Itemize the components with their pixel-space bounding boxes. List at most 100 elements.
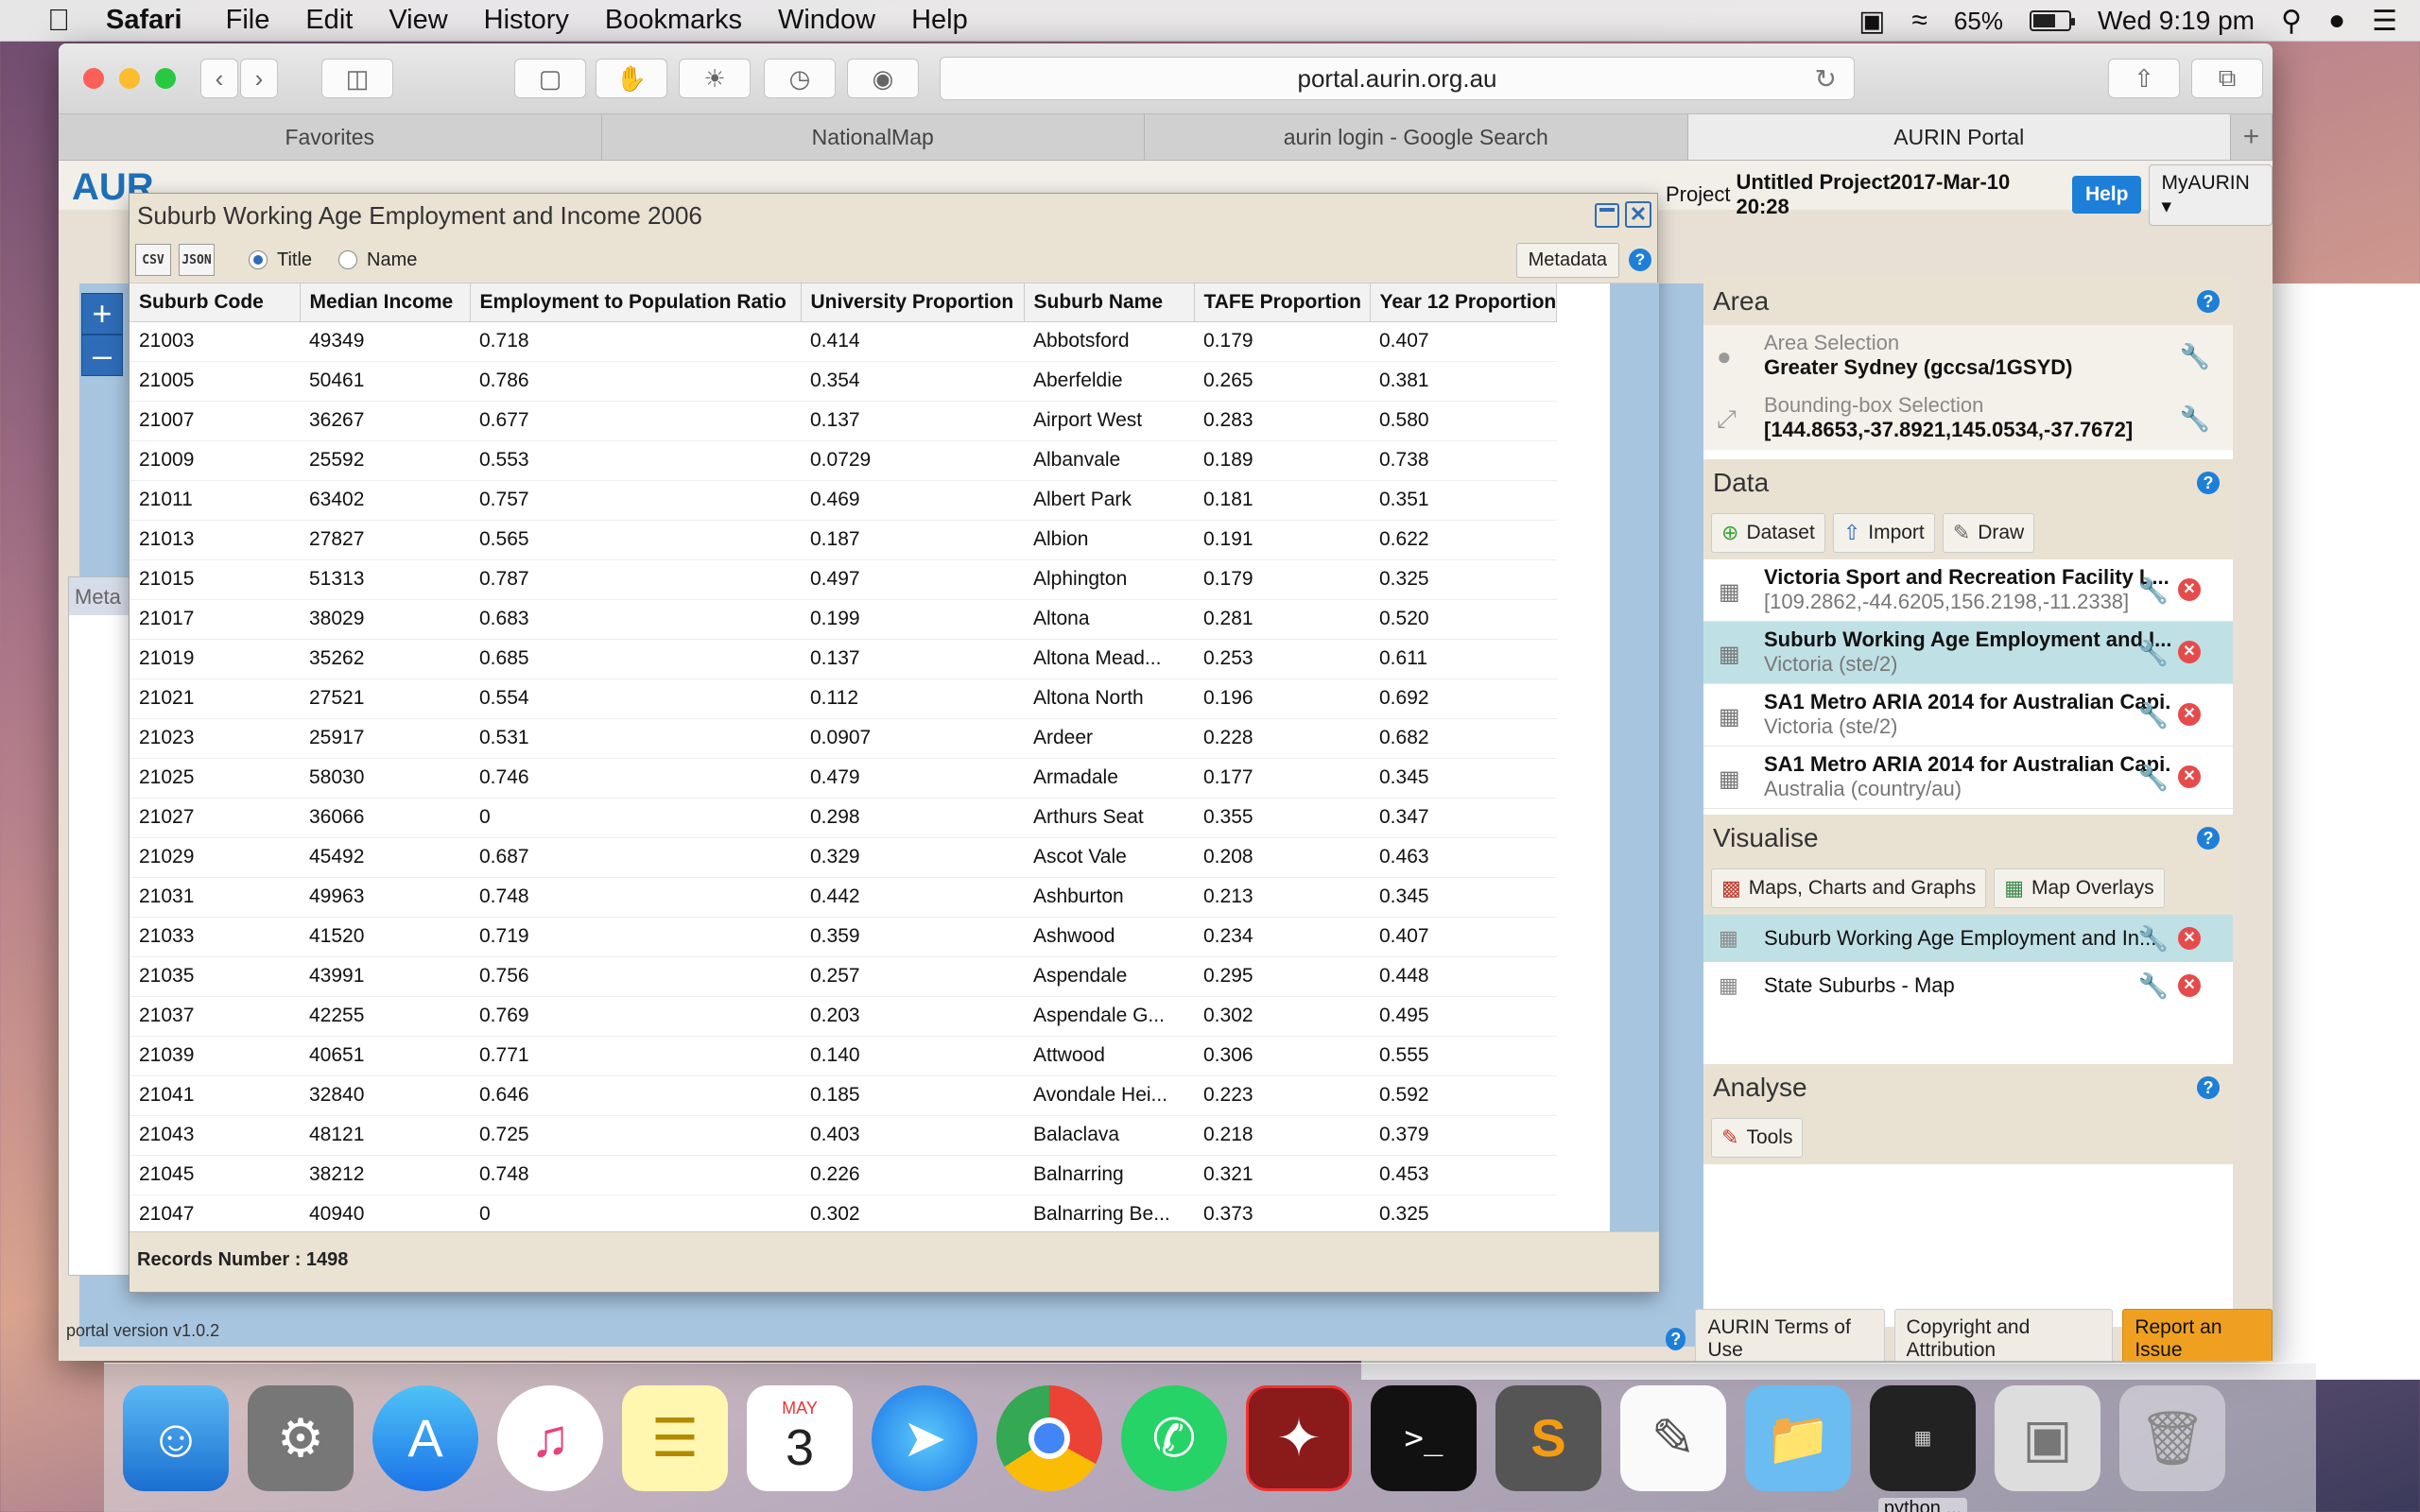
draw-button[interactable]: ✎ Draw [1942, 513, 2035, 553]
folder-icon[interactable]: 📁 [1745, 1384, 1851, 1491]
back-button[interactable]: ‹ [200, 59, 238, 98]
wrench-icon[interactable]: 🔧 [2180, 404, 2210, 434]
table-row[interactable]: 21005 50461 0.786 0.354 Aberfeldie 0.265 0.381 [130, 361, 1557, 402]
terms-of-use-link[interactable]: AURIN Terms of Use [1695, 1309, 1885, 1361]
menu-app-safari[interactable]: Safari [106, 5, 182, 36]
acrobat-icon[interactable]: ✦ [1246, 1384, 1352, 1491]
forward-button[interactable]: › [240, 59, 278, 98]
menu-file[interactable]: File [226, 5, 270, 36]
remove-icon[interactable]: ✕ [2178, 578, 2201, 601]
tab-nationalmap[interactable]: NationalMap [602, 114, 1145, 160]
map-overlays-button[interactable]: ▦ Map Overlays [1994, 868, 2165, 908]
wrench-icon[interactable]: 🔧 [2138, 764, 2169, 793]
table-row[interactable]: 21047 40940 0 0.302 Balnarring Be... 0.373 0.3… [130, 1194, 1557, 1233]
zoom-in-button[interactable]: + [81, 293, 123, 335]
radio-selected-icon[interactable] [249, 250, 268, 269]
visualisation-item-selected[interactable]: ▦ Suburb Working Age Employment and In..… [1703, 915, 2233, 962]
maximize-icon[interactable] [1595, 203, 1619, 228]
share-icon[interactable]: ⇧ [2108, 59, 2180, 98]
finder-icon[interactable]: ☺ [123, 1384, 229, 1491]
menu-window[interactable]: Window [778, 5, 875, 36]
table-row[interactable]: 21039 40651 0.771 0.140 Attwood 0.306 0.555 [130, 1036, 1557, 1076]
metadata-button[interactable]: Metadata [1515, 243, 1619, 278]
reload-icon[interactable]: ↻ [1815, 63, 1837, 94]
app-store-icon[interactable]: A [372, 1384, 478, 1491]
table-row[interactable]: 21045 38212 0.748 0.226 Balnarring 0.321 0.453 [130, 1155, 1557, 1195]
table-row[interactable]: 21029 45492 0.687 0.329 Ascot Vale 0.208 0.463 [130, 837, 1557, 878]
remove-icon[interactable]: ✕ [2178, 765, 2201, 788]
python-window-icon[interactable]: ▦ python ... [1870, 1384, 1976, 1512]
table-row[interactable]: 21011 63402 0.757 0.469 Albert Park 0.181 0.35… [130, 480, 1557, 521]
siri-icon[interactable]: ● [2328, 5, 2345, 37]
visualisation-item[interactable]: ▦ State Suburbs - Map 🔧 ✕ [1703, 962, 2233, 1009]
wrench-icon[interactable]: 🔧 [2138, 924, 2169, 954]
tab-favorites[interactable]: Favorites [59, 114, 602, 160]
menu-view[interactable]: View [389, 5, 447, 36]
tools-button[interactable]: ✎ Tools [1711, 1118, 1804, 1158]
project-name[interactable]: Untitled Project2017-Mar-10 20:28 [1736, 170, 2052, 219]
wrench-icon[interactable]: 🔧 [2138, 701, 2169, 730]
column-header[interactable]: Year 12 Proportion [1370, 284, 1558, 322]
remove-icon[interactable]: ✕ [2178, 703, 2201, 726]
close-icon[interactable]: ✕ [1625, 201, 1651, 228]
myaurin-button[interactable]: MyAURIN ▾ [2149, 163, 2273, 226]
clock-extension-icon[interactable]: ◷ [764, 59, 836, 98]
table-row[interactable]: 21009 25592 0.553 0.0729 Albanvale 0.189 0.738 [130, 440, 1557, 481]
chrome-icon[interactable] [996, 1384, 1102, 1491]
menu-edit[interactable]: Edit [305, 5, 353, 36]
remove-icon[interactable]: ✕ [2178, 927, 2201, 950]
grid-scrollbar-area[interactable] [1610, 284, 1659, 1233]
minimize-window-icon[interactable] [119, 68, 140, 89]
tabs-overview-icon[interactable]: ⧉ [2191, 59, 2263, 98]
export-csv-button[interactable]: CSV [135, 244, 171, 276]
column-header[interactable]: Employment to Population Ratio [470, 284, 802, 322]
safari-icon[interactable]: ➤ [872, 1384, 977, 1491]
sublime-text-icon[interactable]: S [1495, 1384, 1601, 1491]
table-row[interactable]: 21021 27521 0.554 0.112 Altona North 0.196 0.6… [130, 679, 1557, 719]
wrench-icon[interactable]: 🔧 [2180, 342, 2210, 371]
export-json-button[interactable]: JSON [179, 244, 215, 276]
data-grid[interactable]: Suburb Code Median Income Employment to … [130, 283, 1659, 1233]
dataset-item[interactable]: ▦ Victoria Sport and Recreation Facility… [1703, 559, 2233, 622]
calendar-icon[interactable]: MAY 3 [747, 1384, 853, 1491]
report-issue-button[interactable]: Report an Issue [2122, 1309, 2273, 1361]
help-icon[interactable]: ? [2197, 827, 2220, 850]
help-icon[interactable]: ? [1666, 1328, 1686, 1350]
column-header[interactable]: Median Income [300, 284, 471, 322]
column-header[interactable]: Suburb Code [130, 284, 301, 322]
table-row[interactable]: 21019 35262 0.685 0.137 Altona Mead... 0.253 0… [130, 639, 1557, 679]
itunes-icon[interactable]: ♫ [497, 1384, 603, 1491]
table-row[interactable]: 21033 41520 0.719 0.359 Ashwood 0.234 0.407 [130, 917, 1557, 957]
table-row[interactable]: 21025 58030 0.746 0.479 Armadale 0.177 0.345 [130, 758, 1557, 799]
radio-unselected-icon[interactable] [338, 250, 358, 269]
table-row[interactable]: 21017 38029 0.683 0.199 Altona 0.281 0.520 [130, 599, 1557, 640]
zoom-out-button[interactable]: – [81, 335, 123, 376]
close-window-icon[interactable] [83, 68, 104, 89]
column-header[interactable]: TAFE Proportion [1194, 284, 1371, 322]
remove-icon[interactable]: ✕ [2178, 974, 2201, 997]
help-icon[interactable]: ? [2197, 472, 2220, 494]
table-row[interactable]: 21041 32840 0.646 0.185 Avondale Hei... 0.223… [130, 1075, 1557, 1116]
tab-aurin-login-search[interactable]: aurin login - Google Search [1145, 114, 1688, 160]
grammarly-icon[interactable]: ◉ [847, 59, 919, 98]
table-row[interactable]: 21015 51313 0.787 0.497 Alphington 0.179 0.325 [130, 559, 1557, 600]
table-row[interactable]: 21035 43991 0.756 0.257 Aspendale 0.295 0.448 [130, 956, 1557, 997]
terminal-icon[interactable]: >_ [1371, 1384, 1477, 1491]
area-selection-row[interactable]: ● Area Selection Greater Sydney (gccsa/1… [1703, 325, 2233, 387]
preview-icon[interactable]: ▣ [1995, 1384, 2100, 1491]
help-icon[interactable]: ? [1629, 249, 1651, 271]
table-row[interactable]: 21043 48121 0.725 0.403 Balaclava 0.218 0.379 [130, 1115, 1557, 1156]
zoom-window-icon[interactable] [155, 68, 176, 89]
extension-icon[interactable]: ▢ [514, 59, 586, 98]
table-row[interactable]: 21003 49349 0.718 0.414 Abbotsford 0.179 0.407 [130, 321, 1557, 362]
new-tab-button[interactable]: + [2231, 114, 2273, 160]
notes-icon[interactable]: ☰ [622, 1384, 728, 1491]
table-row[interactable]: 21031 49963 0.748 0.442 Ashburton 0.213 0.345 [130, 877, 1557, 918]
bbox-selection-row[interactable]: ⤢ Bounding-box Selection [144.8653,-37.8… [1703, 387, 2233, 450]
tab-aurin-portal[interactable]: AURIN Portal [1687, 114, 2231, 160]
dialog-titlebar[interactable]: Suburb Working Age Employment and Income… [130, 194, 1657, 237]
copyright-link[interactable]: Copyright and Attribution [1893, 1309, 2114, 1361]
radio-title-option[interactable]: Title [249, 249, 312, 271]
wrench-icon[interactable]: 🔧 [2138, 971, 2169, 1001]
help-icon[interactable]: ? [2197, 1076, 2220, 1099]
